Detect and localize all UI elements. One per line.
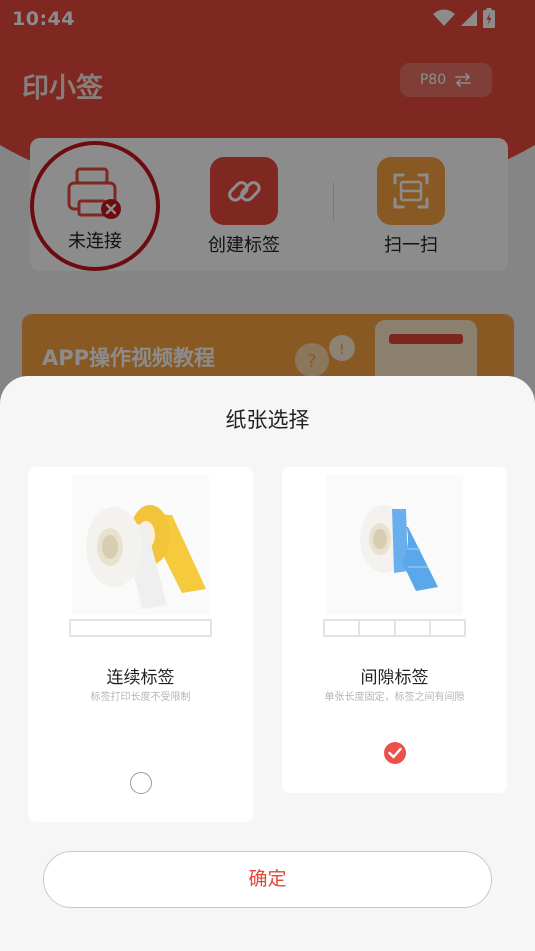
gap-radio-selected[interactable] <box>384 742 406 764</box>
continuous-roll-illustration <box>72 475 209 615</box>
paper-option-continuous[interactable]: 连续标签 标签打印长度不受限制 <box>28 467 253 822</box>
paper-option-gap[interactable]: 间隙标签 单张长度固定，标签之间有间隙 <box>282 467 507 793</box>
continuous-radio[interactable] <box>130 772 152 794</box>
continuous-strip-diagram <box>69 619 212 637</box>
continuous-option-desc: 标签打印长度不受限制 <box>90 692 191 703</box>
continuous-option-name: 连续标签 <box>106 668 175 688</box>
gap-roll-illustration <box>326 475 463 615</box>
check-icon <box>388 747 402 759</box>
gap-option-name: 间隙标签 <box>360 668 429 688</box>
gap-strip-diagram <box>323 619 466 637</box>
sheet-title: 纸张选择 <box>225 408 310 432</box>
gap-option-desc: 单张长度固定，标签之间有间隙 <box>324 692 465 703</box>
paper-selection-sheet: 纸张选择 连续标签 标签打印长度不受限制 间隙标签 单张长度固定，标签之间有间隙… <box>0 376 535 951</box>
confirm-button[interactable]: 确定 <box>43 851 492 908</box>
